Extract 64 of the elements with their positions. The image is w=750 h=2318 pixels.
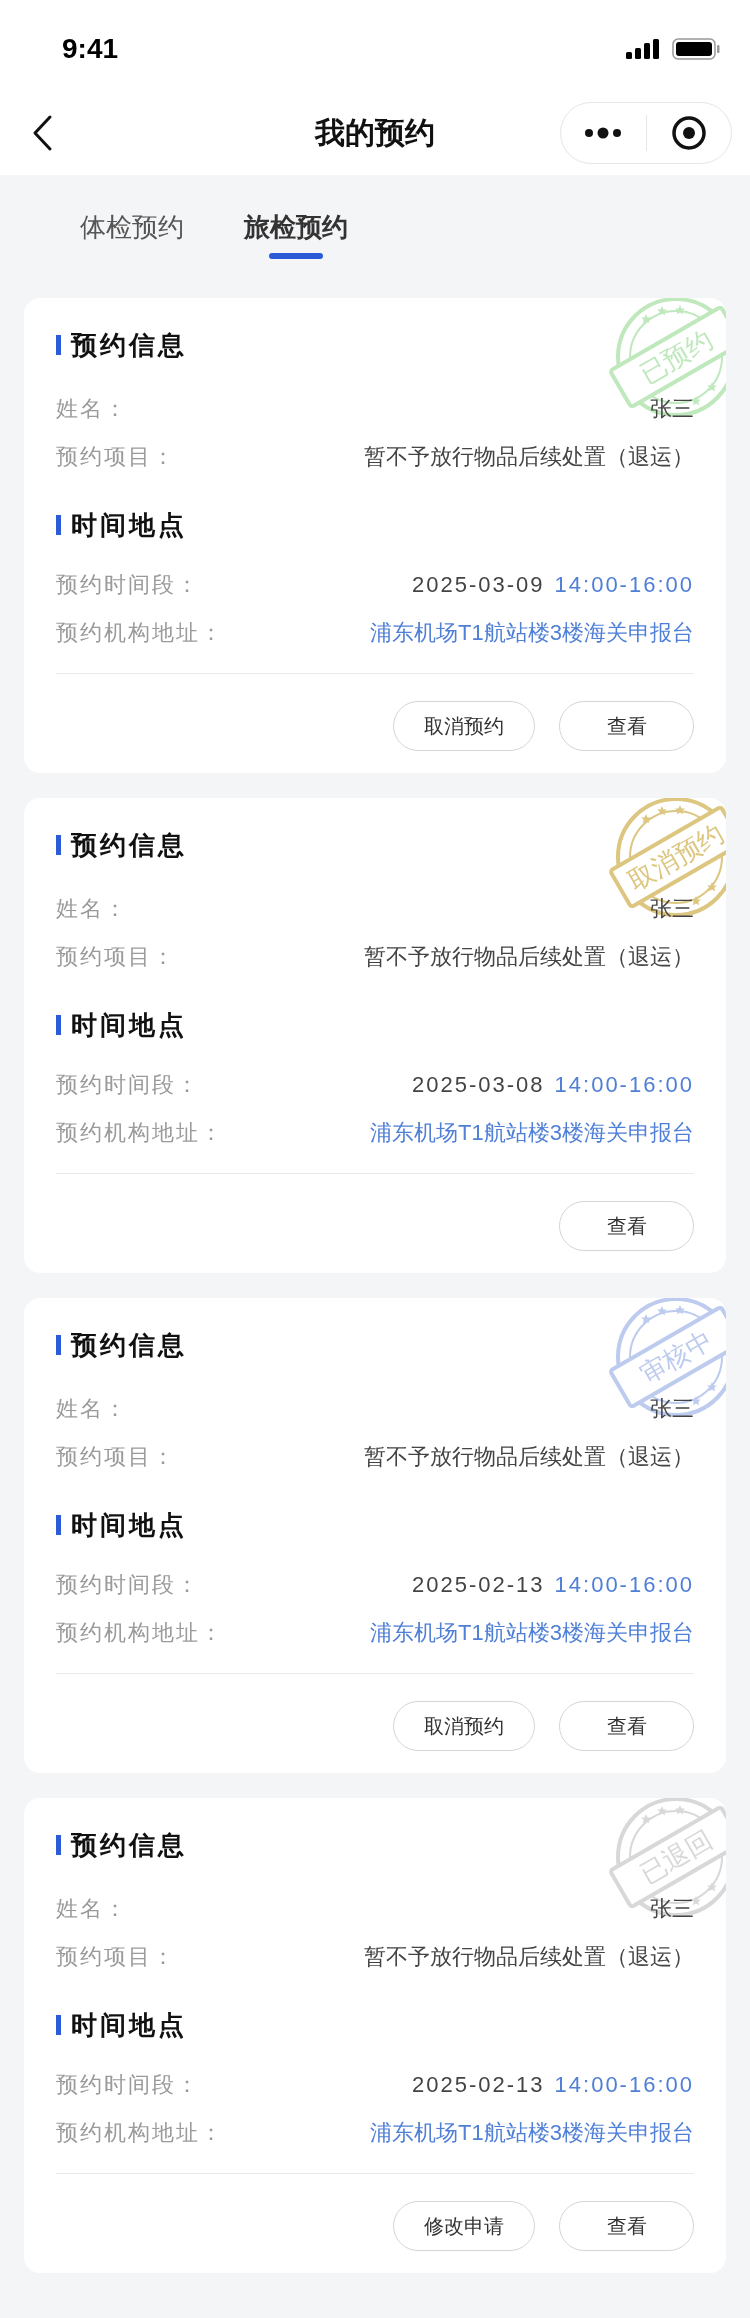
time-range: 14:00-16:00 <box>554 2070 694 2099</box>
section-title: 预约信息 <box>71 1828 187 1862</box>
field-value: 暂不予放行物品后续处置（退运） <box>364 1442 694 1471</box>
field-value: 暂不予放行物品后续处置（退运） <box>364 942 694 971</box>
section-marker <box>56 1015 61 1035</box>
section-marker <box>56 1835 61 1855</box>
status-time: 9:41 <box>62 32 119 66</box>
date-text: 2025-02-13 <box>412 2070 545 2099</box>
date-text: 2025-02-13 <box>412 1570 545 1599</box>
field-label: 预约项目： <box>56 442 176 471</box>
action-button[interactable]: 查看 <box>559 2201 694 2251</box>
date-text: 2025-03-09 <box>412 570 545 599</box>
field-label: 预约时间段： <box>56 2070 200 2099</box>
section-title: 预约信息 <box>71 828 187 862</box>
action-button[interactable]: 查看 <box>559 1701 694 1751</box>
action-button[interactable]: 取消预约 <box>393 1701 535 1751</box>
field-label: 预约机构地址： <box>56 1618 224 1647</box>
section-marker <box>56 335 61 355</box>
section-marker <box>56 1515 61 1535</box>
date-text: 2025-03-08 <box>412 1070 545 1099</box>
more-icon[interactable] <box>584 126 623 139</box>
section-title: 预约信息 <box>71 1328 187 1362</box>
section-title: 时间地点 <box>71 1008 187 1042</box>
page-title: 我的预约 <box>315 115 435 151</box>
field-value: 张三 <box>650 1394 694 1423</box>
time-range: 14:00-16:00 <box>554 1570 694 1599</box>
section-marker <box>56 835 61 855</box>
field-label: 预约时间段： <box>56 1070 200 1099</box>
field-label: 预约机构地址： <box>56 1118 224 1147</box>
field-label: 姓名： <box>56 394 128 423</box>
action-button[interactable]: 修改申请 <box>393 2201 535 2251</box>
action-button[interactable]: 查看 <box>559 701 694 751</box>
time-range: 14:00-16:00 <box>554 1070 694 1099</box>
section-marker <box>56 1335 61 1355</box>
address-link[interactable]: 浦东机场T1航站楼3楼海关申报台 <box>370 1615 694 1649</box>
field-label: 姓名： <box>56 1894 128 1923</box>
address-link[interactable]: 浦东机场T1航站楼3楼海关申报台 <box>370 2115 694 2149</box>
field-value: 张三 <box>650 1894 694 1923</box>
section-title: 时间地点 <box>71 2008 187 2042</box>
field-label: 预约机构地址： <box>56 618 224 647</box>
field-label: 姓名： <box>56 1394 128 1423</box>
section-title: 预约信息 <box>71 328 187 362</box>
field-label: 预约项目： <box>56 1942 176 1971</box>
section-marker <box>56 515 61 535</box>
tab[interactable]: 体检预约 <box>80 199 184 255</box>
action-button[interactable]: 取消预约 <box>393 701 535 751</box>
time-range: 14:00-16:00 <box>554 570 694 599</box>
field-label: 预约项目： <box>56 1442 176 1471</box>
field-value: 暂不予放行物品后续处置（退运） <box>364 442 694 471</box>
section-title: 时间地点 <box>71 508 187 542</box>
address-link[interactable]: 浦东机场T1航站楼3楼海关申报台 <box>370 1115 694 1149</box>
field-label: 姓名： <box>56 894 128 923</box>
field-label: 预约机构地址： <box>56 2118 224 2147</box>
signal-icon <box>626 39 660 59</box>
field-value: 暂不予放行物品后续处置（退运） <box>364 1942 694 1971</box>
section-title: 时间地点 <box>71 1508 187 1542</box>
action-button[interactable]: 查看 <box>559 1201 694 1251</box>
battery-icon <box>672 38 720 60</box>
section-marker <box>56 2015 61 2035</box>
field-value: 张三 <box>650 394 694 423</box>
field-label: 预约时间段： <box>56 570 200 599</box>
field-label: 预约时间段： <box>56 1570 200 1599</box>
address-link[interactable]: 浦东机场T1航站楼3楼海关申报台 <box>370 615 694 649</box>
field-label: 预约项目： <box>56 942 176 971</box>
